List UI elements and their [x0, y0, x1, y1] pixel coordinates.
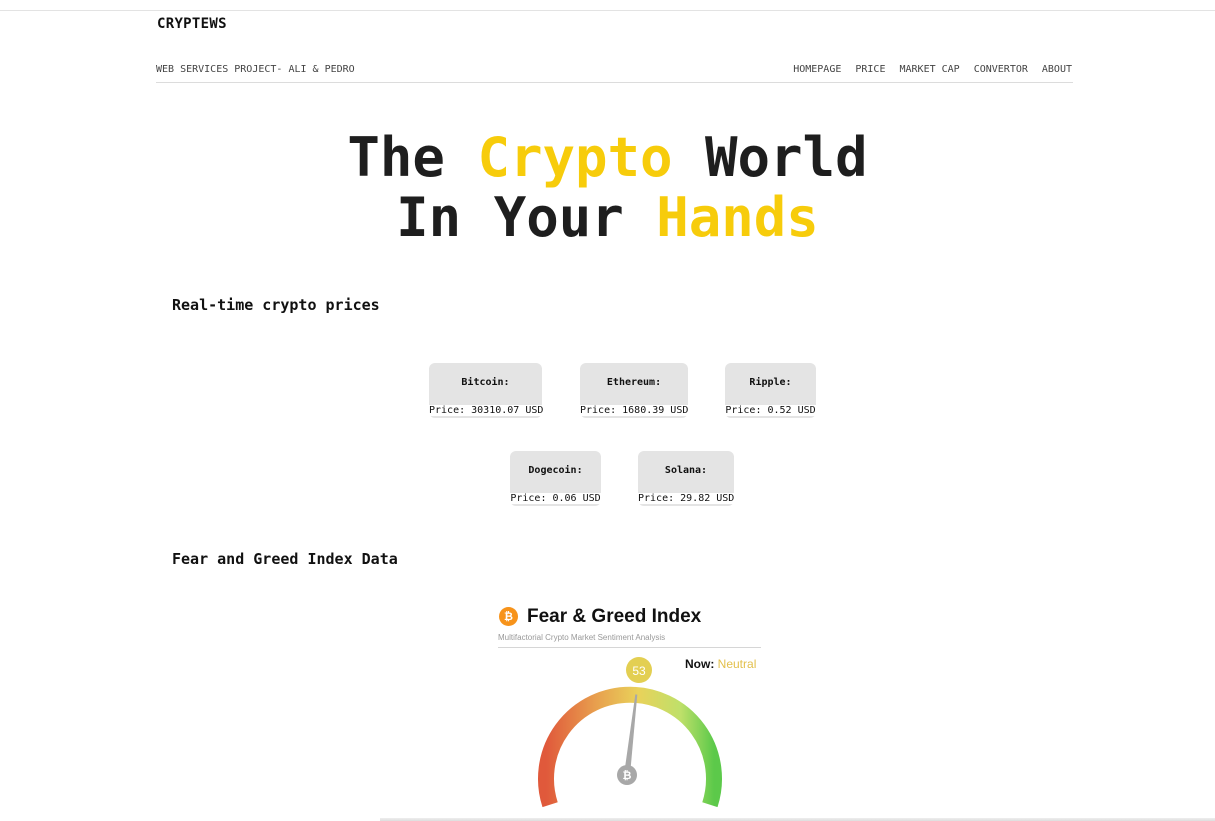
gauge-value: 53	[632, 664, 646, 678]
gauge-needle	[624, 694, 638, 776]
coin-name: Ethereum:	[606, 377, 662, 388]
brand-logo-text[interactable]: CRYPTEWS	[157, 16, 227, 32]
nav-divider	[156, 82, 1073, 83]
coin-price: Price: 29.82 USD	[638, 493, 735, 504]
coin-name: Bitcoin:	[461, 377, 510, 388]
fear-greed-widget-subtitle: Multifactorial Crypto Market Sentiment A…	[498, 633, 666, 642]
coin-price: Price: 30310.07 USD	[429, 405, 544, 416]
site-subtitle: WEB SERVICES PROJECT- ALI & PEDRO	[156, 64, 355, 75]
hero-text: The	[347, 126, 478, 189]
price-card-solana: Solana: Price: 29.82 USD	[638, 451, 734, 506]
nav-about[interactable]: ABOUT	[1042, 64, 1072, 75]
bitcoin-logo-icon: ₿	[499, 607, 518, 626]
fear-greed-gauge: ₿ 53	[538, 657, 722, 808]
coin-price: Price: 0.52 USD	[725, 405, 816, 416]
main-nav: HOMEPAGE PRICE MARKET CAP CONVERTOR ABOU…	[793, 64, 1072, 75]
coin-price: Price: 1680.39 USD	[580, 405, 689, 416]
fear-greed-widget-title: Fear & Greed Index	[527, 606, 702, 627]
fear-greed-section-title: Fear and Greed Index Data	[172, 550, 398, 568]
hero-highlight-crypto: Crypto	[477, 126, 673, 189]
price-card-ethereum: Ethereum: Price: 1680.39 USD	[580, 363, 688, 418]
nav-convertor[interactable]: CONVERTOR	[974, 64, 1028, 75]
coin-name: Ripple:	[749, 377, 792, 388]
hero-heading: The Crypto World In Your Hands	[0, 128, 1215, 248]
hero-line-2: In Your Hands	[0, 188, 1215, 248]
price-card-bitcoin: Bitcoin: Price: 30310.07 USD	[429, 363, 544, 418]
hero-highlight-hands: Hands	[656, 186, 819, 249]
hero-text: World	[672, 126, 868, 189]
gauge-hub-btc-icon: ₿	[623, 769, 632, 782]
coin-name: Dogecoin:	[528, 465, 583, 476]
nav-homepage[interactable]: HOMEPAGE	[793, 64, 841, 75]
price-card-dogecoin: Dogecoin: Price: 0.06 USD	[510, 451, 601, 506]
hero-text: In Your	[396, 186, 657, 249]
nav-price[interactable]: PRICE	[855, 64, 885, 75]
top-divider	[0, 10, 1215, 11]
widget-divider	[498, 647, 761, 648]
price-card-ripple: Ripple: Price: 0.52 USD	[725, 363, 816, 418]
coin-name: Solana:	[664, 465, 708, 476]
coin-price: Price: 0.06 USD	[510, 493, 601, 504]
nav-market-cap[interactable]: MARKET CAP	[899, 64, 959, 75]
prices-section-title: Real-time crypto prices	[172, 296, 380, 314]
hero-line-1: The Crypto World	[0, 128, 1215, 188]
